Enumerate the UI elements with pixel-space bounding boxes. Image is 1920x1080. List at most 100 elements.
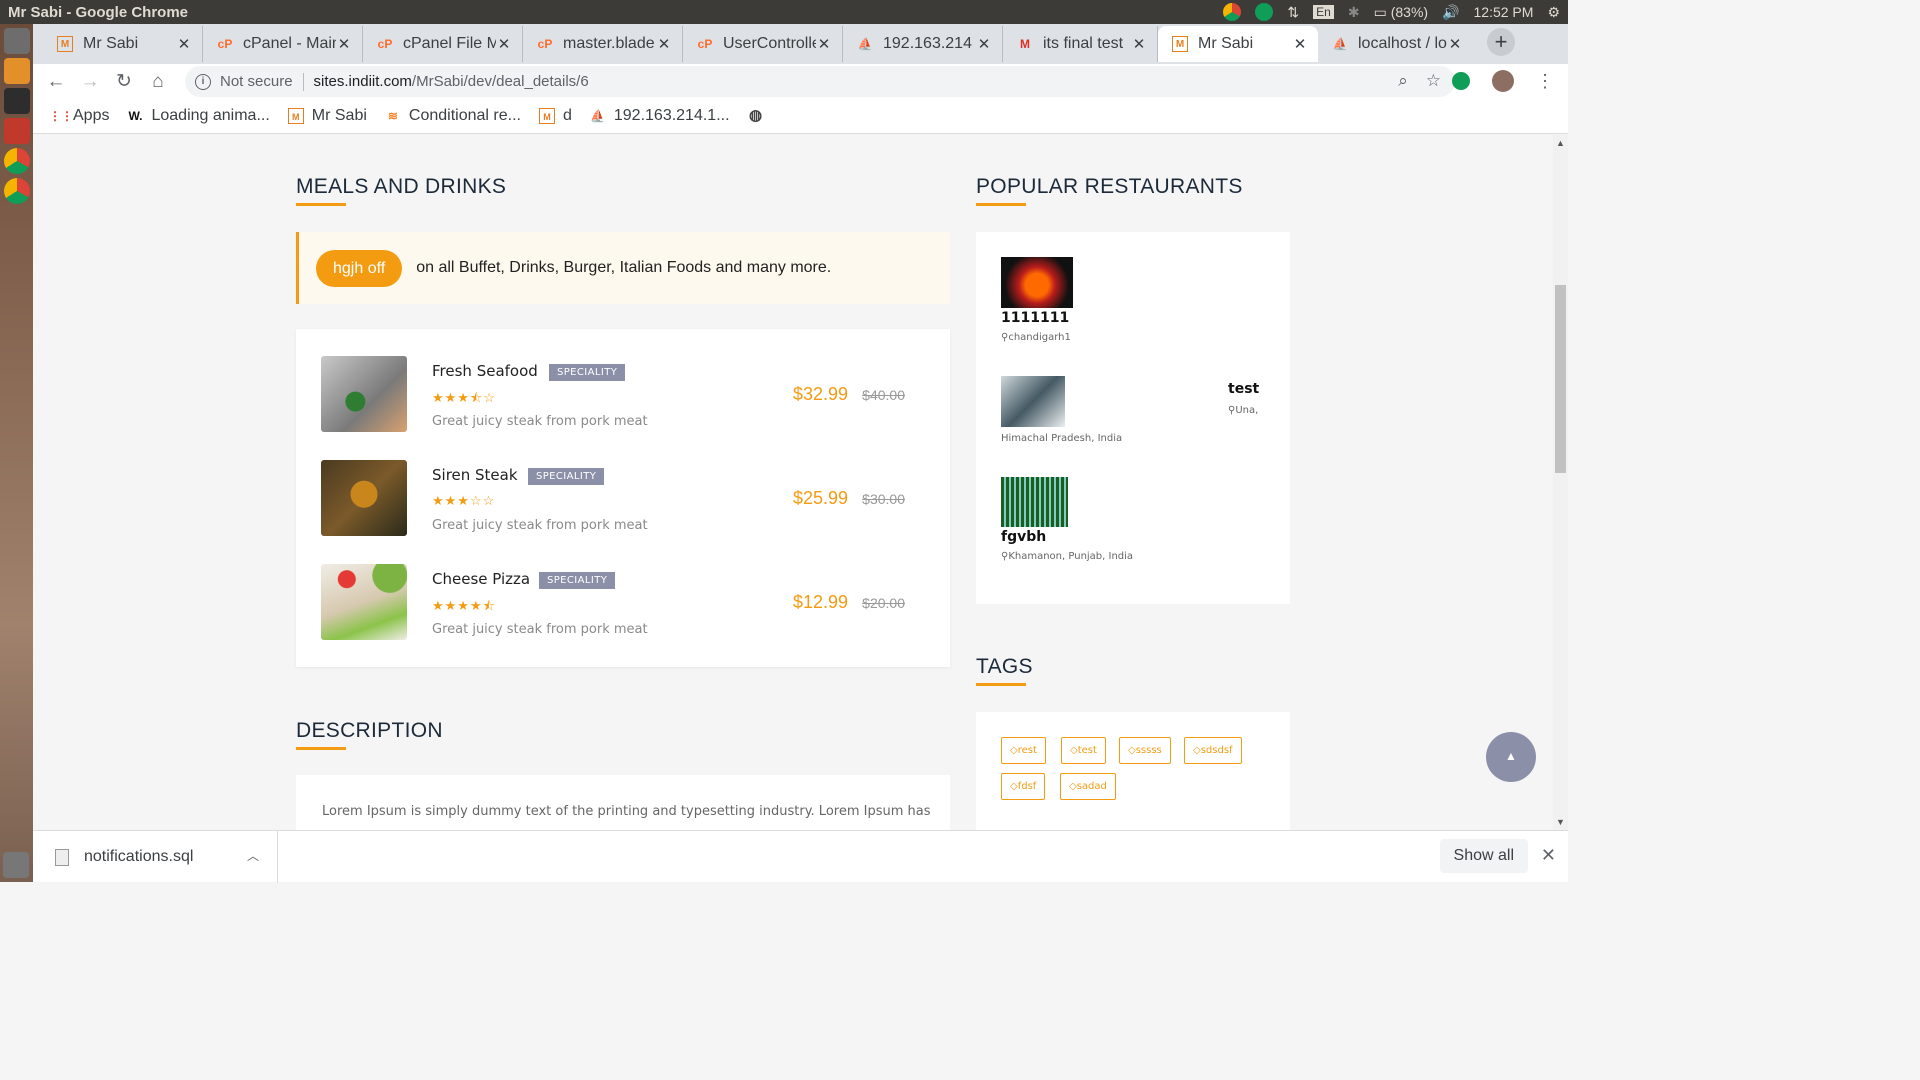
menu-kebab-icon[interactable]: ⋮: [1536, 71, 1554, 92]
restaurant-location: ⚲chandigarh1: [1001, 332, 1071, 343]
tag-chip[interactable]: ◇test: [1061, 737, 1106, 764]
title-underline: [296, 203, 346, 206]
forward-icon[interactable]: →: [77, 69, 103, 95]
close-icon[interactable]: ✕: [176, 35, 192, 53]
launcher-chrome-icon-2[interactable]: [3, 178, 30, 204]
show-all-button[interactable]: Show all: [1439, 839, 1528, 873]
food-image: [321, 564, 407, 640]
rating-stars: ★★★☆☆: [432, 493, 496, 508]
item-name[interactable]: Cheese Pizza: [432, 570, 530, 588]
item-description: Great juicy steak from pork meat: [432, 622, 648, 637]
tab-cpanel-main[interactable]: cP cPanel - Main ✕: [203, 26, 363, 62]
launcher-trash-icon[interactable]: [3, 852, 29, 878]
tab-gmail[interactable]: M its final test ✕: [1003, 26, 1158, 62]
bluetooth-icon[interactable]: ✱: [1348, 4, 1360, 21]
download-filename[interactable]: notifications.sql: [84, 848, 193, 866]
network-icon[interactable]: ⇅: [1287, 4, 1299, 21]
restaurant-item[interactable]: 1111111 ⚲chandigarh1: [1001, 257, 1073, 343]
restaurant-image[interactable]: [1001, 376, 1065, 427]
tab-label: cPanel - Main: [243, 35, 336, 52]
tag-chip[interactable]: ◇sdsdsf: [1184, 737, 1242, 764]
system-top-bar: Mr Sabi - Google Chrome ⇅ En ✱ ▭ (83%) 🔊…: [0, 0, 1568, 24]
chevron-up-icon[interactable]: ︿: [247, 847, 259, 864]
clock[interactable]: 12:52 PM: [1474, 4, 1534, 20]
cpanel-favicon: cP: [217, 37, 233, 51]
mail-favicon: M: [1172, 36, 1188, 52]
volume-icon[interactable]: 🔊: [1442, 4, 1459, 21]
hangouts-tray-icon[interactable]: [1255, 3, 1274, 21]
home-icon[interactable]: ⌂: [145, 69, 171, 95]
tab-phpmyadmin-ip[interactable]: ⛵ 192.163.214 ✕: [843, 26, 1003, 62]
bookmark-mr-sabi[interactable]: M Mr Sabi: [287, 107, 367, 125]
item-description: Great juicy steak from pork meat: [432, 518, 648, 533]
battery-indicator[interactable]: ▭ (83%): [1374, 4, 1428, 21]
bookmark-loading-animation[interactable]: W. Loading anima...: [127, 107, 269, 125]
close-icon[interactable]: ✕: [976, 35, 992, 53]
bookmark-d[interactable]: Md: [538, 107, 572, 125]
bookmark-star-icon[interactable]: ☆: [1426, 71, 1441, 91]
page-scrollbar[interactable]: ▲ ▼: [1553, 135, 1568, 830]
security-label[interactable]: Not secure: [220, 73, 293, 90]
keyboard-lang[interactable]: En: [1313, 5, 1334, 19]
food-image: [321, 356, 407, 432]
scroll-to-top-button[interactable]: ▲: [1486, 732, 1536, 782]
tab-localhost[interactable]: ⛵ localhost / localhost ✕: [1318, 26, 1473, 62]
restaurant-name[interactable]: test: [1228, 381, 1259, 397]
launcher-chrome-icon[interactable]: [3, 148, 30, 174]
tab-cpanel-file-manager[interactable]: cP cPanel File Manager ✕: [363, 26, 523, 62]
address-bar[interactable]: i Not secure sites.indiit.com/MrSabi/dev…: [185, 66, 1455, 97]
tag-chip[interactable]: ◇rest: [1001, 737, 1046, 764]
restaurant-logo[interactable]: [1001, 257, 1073, 308]
launcher-dash-icon[interactable]: [3, 28, 30, 54]
close-icon[interactable]: ✕: [496, 35, 512, 53]
bookmark-conditional[interactable]: ≋ Conditional re...: [385, 107, 521, 125]
item-name[interactable]: Siren Steak: [432, 466, 518, 484]
restaurant-item[interactable]: test ⚲Una, Himachal Pradesh, India: [1001, 376, 1271, 444]
rating-stars: ★★★⯪☆: [432, 390, 496, 405]
profile-avatar[interactable]: [1492, 70, 1514, 92]
speciality-badge: SPECIALITY: [539, 572, 616, 589]
close-icon[interactable]: ✕: [1292, 35, 1308, 53]
new-tab-button[interactable]: +: [1487, 28, 1515, 56]
close-icon[interactable]: ✕: [656, 35, 672, 53]
launcher-sublime-icon[interactable]: [3, 58, 30, 84]
zoom-search-icon[interactable]: ⌕: [1398, 71, 1408, 91]
w-icon: W.: [128, 109, 143, 123]
power-gear-icon[interactable]: ⚙: [1547, 4, 1560, 21]
restaurant-item[interactable]: fgvbh ⚲Khamanon, Punjab, India: [1001, 477, 1133, 562]
phpmyadmin-favicon: ⛵: [590, 109, 606, 123]
tab-user-controller[interactable]: cP UserController ✕: [683, 26, 843, 62]
restaurant-name[interactable]: 1111111: [1001, 310, 1073, 326]
scroll-down-arrow-icon[interactable]: ▼: [1556, 817, 1565, 827]
restaurant-image[interactable]: [1001, 477, 1068, 527]
tab-master-blade[interactable]: cP master.blade ✕: [523, 26, 683, 62]
launcher-app-icon[interactable]: [3, 118, 30, 144]
bookmarks-bar: ⋮⋮ Apps W. Loading anima... M Mr Sabi ≋ Cond…: [33, 99, 1568, 134]
close-icon[interactable]: ✕: [1447, 35, 1463, 53]
scroll-up-arrow-icon[interactable]: ▲: [1556, 138, 1565, 148]
item-name[interactable]: Fresh Seafood: [432, 362, 538, 380]
download-item[interactable]: notifications.sql ︿: [33, 831, 278, 883]
info-icon[interactable]: i: [195, 73, 211, 90]
bookmark-globe[interactable]: ◍: [748, 108, 772, 124]
tag-chip[interactable]: ◇sadad: [1060, 773, 1116, 800]
launcher-terminal-icon[interactable]: [3, 88, 30, 114]
close-icon[interactable]: ✕: [336, 35, 352, 53]
chrome-tray-icon[interactable]: [1223, 3, 1242, 21]
bookmark-phpmyadmin[interactable]: ⛵ 192.163.214.1...: [590, 107, 729, 125]
hangouts-extension-icon[interactable]: [1452, 72, 1470, 90]
bookmark-apps[interactable]: ⋮⋮ Apps: [49, 107, 109, 125]
back-icon[interactable]: ←: [43, 69, 69, 95]
tab-label: Mr Sabi: [1198, 35, 1254, 52]
scrollbar-thumb[interactable]: [1555, 285, 1566, 473]
close-icon[interactable]: ✕: [1131, 35, 1147, 53]
tag-chip[interactable]: ◇fdsf: [1001, 773, 1046, 800]
tag-chip[interactable]: ◇sssss: [1119, 737, 1171, 764]
close-icon[interactable]: ✕: [816, 35, 832, 53]
reload-icon[interactable]: ↻: [111, 69, 137, 95]
tab-mr-sabi-active[interactable]: M Mr Sabi ✕: [1158, 26, 1318, 62]
battery-icon: ▭: [1373, 3, 1387, 20]
close-icon[interactable]: ✕: [1541, 845, 1556, 866]
tab-mr-sabi[interactable]: M Mr Sabi ✕: [43, 26, 203, 62]
restaurant-name[interactable]: fgvbh: [1001, 529, 1133, 545]
